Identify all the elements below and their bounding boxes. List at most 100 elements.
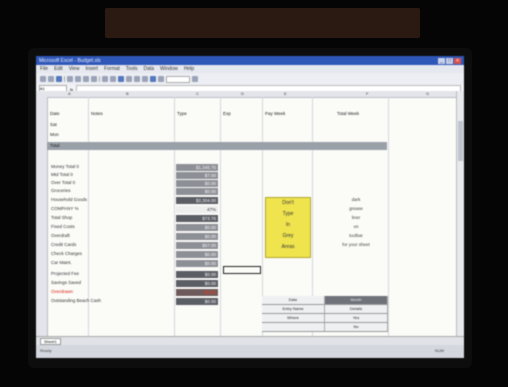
sheet-tab[interactable]: Sheet1 — [40, 337, 61, 345]
label-mtd-total[interactable]: Mtd Total 0 — [50, 172, 170, 178]
value-cell[interactable]: $0.00 — [176, 251, 218, 258]
value-cell[interactable]: $0.00 — [176, 260, 218, 267]
right-note: toolbar — [349, 233, 363, 238]
menu-insert[interactable]: Insert — [85, 66, 98, 72]
right-note: on — [353, 224, 359, 229]
table-cell[interactable]: Entry Name — [262, 305, 325, 313]
menu-edit[interactable]: Edit — [54, 66, 63, 72]
column-header-g[interactable]: G — [426, 91, 429, 96]
chart-wizard-icon[interactable] — [150, 76, 156, 82]
spreadsheet-grid[interactable]: A B C D E F G Date Notes Type Exp Pay We… — [36, 91, 464, 336]
autosum-icon[interactable] — [126, 76, 132, 82]
label-credit-cards[interactable]: Credit Cards — [50, 242, 170, 248]
selected-cell[interactable] — [223, 266, 261, 274]
drawing-icon[interactable] — [158, 76, 164, 82]
cut-icon[interactable] — [75, 76, 81, 82]
undo-icon[interactable] — [102, 76, 108, 82]
value-cell[interactable]: $0.00 — [176, 298, 218, 305]
zoom-select[interactable] — [166, 75, 190, 83]
warning-text: Areas — [281, 244, 295, 250]
label-car-maint[interactable]: Car Maint. — [50, 260, 170, 266]
menu-window[interactable]: Window — [160, 66, 178, 72]
excel-window: Microsoft Excel - Budget.xls _ □ × File … — [36, 56, 464, 358]
gridline — [220, 97, 221, 336]
column-header-a[interactable]: A — [68, 91, 71, 96]
warning-text: Grey — [282, 233, 294, 239]
menu-data[interactable]: Data — [143, 66, 154, 72]
row-label[interactable]: Mon — [49, 132, 87, 138]
table-row: No — [262, 323, 388, 332]
status-bar: Ready NUM — [36, 345, 464, 358]
label-savings[interactable]: Savings Saved — [50, 280, 170, 286]
value-cell[interactable]: $0.00 — [176, 180, 218, 187]
row-headers — [36, 97, 48, 336]
menu-help[interactable]: Help — [184, 66, 194, 72]
value-cell[interactable]: $0.00 — [176, 289, 218, 296]
label-total-shop[interactable]: Total Shop — [50, 215, 170, 221]
table-cell[interactable]: No — [325, 323, 388, 331]
value-cell[interactable]: $7.00 — [176, 172, 218, 179]
label-money-total[interactable]: Money Total 0 — [50, 164, 170, 170]
status-indicator: NUM — [434, 348, 444, 353]
label-check-charges[interactable]: Check Charges — [50, 251, 170, 257]
close-button[interactable]: × — [454, 57, 461, 64]
scrollbar-thumb[interactable] — [458, 121, 463, 161]
label-company[interactable]: COMPANY % — [50, 206, 170, 212]
table-cell[interactable]: Where — [262, 314, 325, 322]
label-projected-fee[interactable]: Projected Fee — [50, 271, 170, 277]
value-cell[interactable]: $0.00 — [176, 233, 218, 240]
save-icon[interactable] — [56, 76, 62, 82]
open-icon[interactable] — [48, 76, 54, 82]
column-headers: A B C D E F G — [36, 91, 464, 98]
column-header-f[interactable]: F — [366, 91, 368, 96]
label-groceries[interactable]: Groceries — [50, 188, 170, 194]
table-cell[interactable]: Details — [325, 305, 388, 313]
label-overdraft[interactable]: Overdraft — [50, 233, 170, 239]
label-overdrawn[interactable]: Overdrawn — [50, 289, 170, 295]
value-cell[interactable]: $0.00 — [176, 188, 218, 195]
column-header-b[interactable]: B — [126, 91, 129, 96]
total-label[interactable]: Total — [49, 143, 87, 149]
table-cell[interactable]: Date — [262, 296, 325, 304]
minimize-button[interactable]: _ — [438, 57, 445, 64]
value-cell[interactable]: $0.00 — [176, 271, 218, 278]
menu-file[interactable]: File — [40, 66, 48, 72]
label-outstanding[interactable]: Outstanding Beach Cash — [50, 298, 170, 304]
table-cell[interactable]: Month — [325, 296, 388, 304]
new-icon[interactable] — [40, 76, 46, 82]
value-cell[interactable]: $1,345.75 — [176, 164, 218, 171]
sort-ascending-icon[interactable] — [134, 76, 140, 82]
redo-icon[interactable] — [110, 76, 116, 82]
label-fixed-costs[interactable]: Fixed Costs — [50, 224, 170, 230]
status-text: Ready — [40, 348, 52, 353]
total-row — [47, 142, 387, 150]
column-header-c[interactable]: C — [196, 91, 199, 96]
table-row: Where Yes — [262, 314, 388, 323]
table-cell[interactable] — [262, 323, 325, 331]
right-note: dark — [351, 197, 361, 202]
value-cell[interactable]: $2,304.00 — [176, 197, 218, 204]
print-icon[interactable] — [67, 76, 73, 82]
label-over-total[interactable]: Over Total 0 — [50, 180, 170, 186]
toolbar-separator — [99, 76, 100, 82]
label-household[interactable]: Household Goods — [50, 197, 170, 203]
row-label[interactable]: Sat — [49, 122, 87, 128]
column-header-e[interactable]: E — [284, 91, 287, 96]
table-cell[interactable]: Yes — [325, 314, 388, 322]
value-cell[interactable]: $67.00 — [176, 242, 218, 249]
help-icon[interactable] — [192, 76, 198, 82]
hyperlink-icon[interactable] — [118, 76, 124, 82]
maximize-button[interactable]: □ — [446, 57, 453, 64]
column-header-d[interactable]: D — [241, 91, 244, 96]
value-cell[interactable]: $0.00 — [176, 224, 218, 231]
menu-tools[interactable]: Tools — [126, 66, 138, 72]
value-cell[interactable]: $73.76 — [176, 215, 218, 222]
paste-icon[interactable] — [91, 76, 97, 82]
menu-view[interactable]: View — [69, 66, 80, 72]
sort-descending-icon[interactable] — [142, 76, 148, 82]
menu-format[interactable]: Format — [104, 66, 120, 72]
value-cell[interactable]: 47% — [176, 206, 218, 213]
value-cell[interactable]: $0.00 — [176, 280, 218, 287]
vertical-scrollbar[interactable] — [456, 91, 464, 336]
copy-icon[interactable] — [83, 76, 89, 82]
